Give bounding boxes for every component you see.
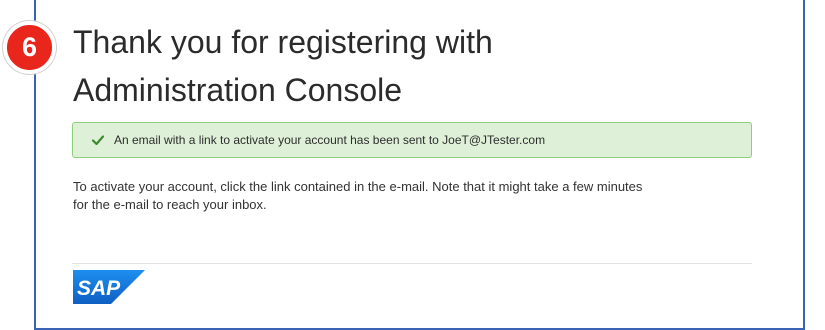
- success-alert-text: An email with a link to activate your ac…: [114, 133, 546, 147]
- footer-divider: [72, 263, 752, 264]
- success-alert: An email with a link to activate your ac…: [72, 122, 752, 158]
- activation-instructions: To activate your account, click the link…: [73, 178, 753, 214]
- sap-logo: SAP: [73, 270, 145, 304]
- sap-logo-text: SAP: [77, 277, 121, 300]
- activation-instructions-line-1: To activate your account, click the link…: [73, 179, 643, 194]
- step-number-badge: 6: [3, 21, 56, 74]
- page-title: Thank you for registering with Administr…: [73, 18, 713, 114]
- check-icon: [91, 135, 105, 146]
- page-title-line-1: Thank you for registering with: [73, 24, 493, 60]
- page-title-line-2: Administration Console: [73, 72, 403, 108]
- activation-instructions-line-2: for the e-mail to reach your inbox.: [73, 197, 267, 212]
